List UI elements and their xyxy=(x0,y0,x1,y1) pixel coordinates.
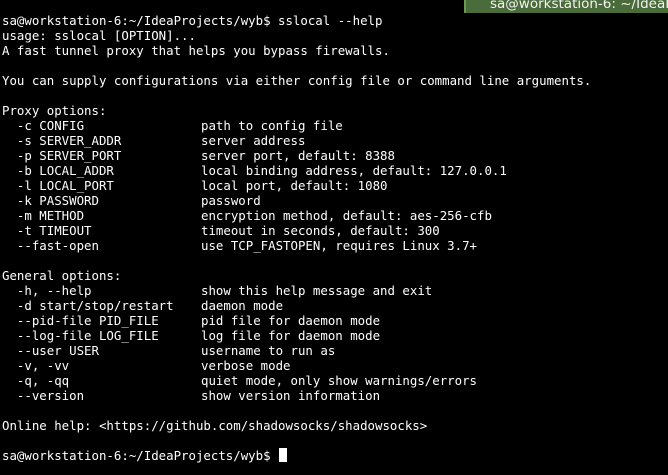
option-row: -c CONFIG path to config file xyxy=(2,118,666,133)
option-description: show this help message and exit xyxy=(201,283,433,298)
option-description: server address xyxy=(201,133,306,148)
option-row: --fast-open use TCP_FASTOPEN, requires L… xyxy=(2,238,666,253)
option-flag: --version xyxy=(2,388,85,403)
option-flag: --fast-open xyxy=(2,238,99,253)
tagline: A fast tunnel proxy that helps you bypas… xyxy=(2,43,390,58)
option-flag: -m METHOD xyxy=(2,208,85,223)
general-options-heading: General options: xyxy=(2,268,122,283)
option-row: -t TIMEOUT timeout in seconds, default: … xyxy=(2,223,666,238)
window-title-tab[interactable]: sa@workstation-6: ~/IdeaPr xyxy=(464,0,668,13)
option-row: --pid-file PID_FILE pid file for daemon … xyxy=(2,313,666,328)
option-flag: -h, --help xyxy=(2,283,92,298)
option-description: quiet mode, only show warnings/errors xyxy=(201,373,478,388)
option-flag: -b LOCAL_ADDR xyxy=(2,163,114,178)
option-row: --user USER username to run as xyxy=(2,343,666,358)
option-description: timeout in seconds, default: 300 xyxy=(201,223,440,238)
option-description: username to run as xyxy=(201,343,336,358)
option-row: -h, --help show this help message and ex… xyxy=(2,283,666,298)
option-description: show version information xyxy=(201,388,381,403)
option-description: verbose mode xyxy=(201,358,291,373)
option-description: path to config file xyxy=(201,118,343,133)
option-description: log file for daemon mode xyxy=(201,328,381,343)
option-description: local port, default: 1080 xyxy=(201,178,388,193)
terminal-output[interactable]: sa@workstation-6:~/IdeaProjects/wyb$ ssl… xyxy=(2,13,666,473)
option-flag: -c CONFIG xyxy=(2,118,85,133)
option-row: -b LOCAL_ADDR local binding address, def… xyxy=(2,163,666,178)
text-cursor xyxy=(278,448,287,462)
option-flag: -q, -qq xyxy=(2,373,70,388)
option-description: local binding address, default: 127.0.0.… xyxy=(201,163,507,178)
title-bar-left xyxy=(0,0,475,13)
option-row: --version show version information xyxy=(2,388,666,403)
option-description: encryption method, default: aes-256-cfb xyxy=(201,208,492,223)
option-row: -k PASSWORD password xyxy=(2,193,666,208)
option-flag: -d start/stop/restart xyxy=(2,298,174,313)
option-row: -d start/stop/restart daemon mode xyxy=(2,298,666,313)
option-row: -p SERVER_PORT server port, default: 838… xyxy=(2,148,666,163)
command-line: sa@workstation-6:~/IdeaProjects/wyb$ ssl… xyxy=(2,13,383,28)
option-flag: -t TIMEOUT xyxy=(2,223,92,238)
option-row: --log-file LOG_FILE log file for daemon … xyxy=(2,328,666,343)
option-flag: --log-file LOG_FILE xyxy=(2,328,159,343)
option-row: -v, -vv verbose mode xyxy=(2,358,666,373)
option-row: -q, -qq quiet mode, only show warnings/e… xyxy=(2,373,666,388)
online-help-line: Online help: <https://github.com/shadows… xyxy=(2,418,428,433)
option-flag: --pid-file PID_FILE xyxy=(2,313,159,328)
shell-prompt: sa@workstation-6:~/IdeaProjects/wyb$ xyxy=(2,448,271,463)
option-flag: -p SERVER_PORT xyxy=(2,148,122,163)
option-row: -s SERVER_ADDR server address xyxy=(2,133,666,148)
option-description: daemon mode xyxy=(201,298,284,313)
option-description: server port, default: 8388 xyxy=(201,148,395,163)
option-flag: -l LOCAL_PORT xyxy=(2,178,114,193)
proxy-options-heading: Proxy options: xyxy=(2,103,107,118)
title-bar: sa@workstation-6: ~/IdeaPr xyxy=(0,0,668,13)
usage-line: usage: sslocal [OPTION]... xyxy=(2,28,196,43)
terminal-window: sa@workstation-6: ~/IdeaPr sa@workstatio… xyxy=(0,0,668,475)
option-flag: --user USER xyxy=(2,343,99,358)
option-flag: -s SERVER_ADDR xyxy=(2,133,122,148)
option-description: password xyxy=(201,193,261,208)
option-flag: -k PASSWORD xyxy=(2,193,99,208)
option-description: pid file for daemon mode xyxy=(201,313,381,328)
option-row: -m METHOD encryption method, default: ae… xyxy=(2,208,666,223)
option-description: use TCP_FASTOPEN, requires Linux 3.7+ xyxy=(201,238,478,253)
option-flag: -v, -vv xyxy=(2,358,70,373)
config-note: You can supply configurations via either… xyxy=(2,73,592,88)
option-row: -l LOCAL_PORT local port, default: 1080 xyxy=(2,178,666,193)
prompt-line[interactable]: sa@workstation-6:~/IdeaProjects/wyb$ xyxy=(2,448,666,463)
